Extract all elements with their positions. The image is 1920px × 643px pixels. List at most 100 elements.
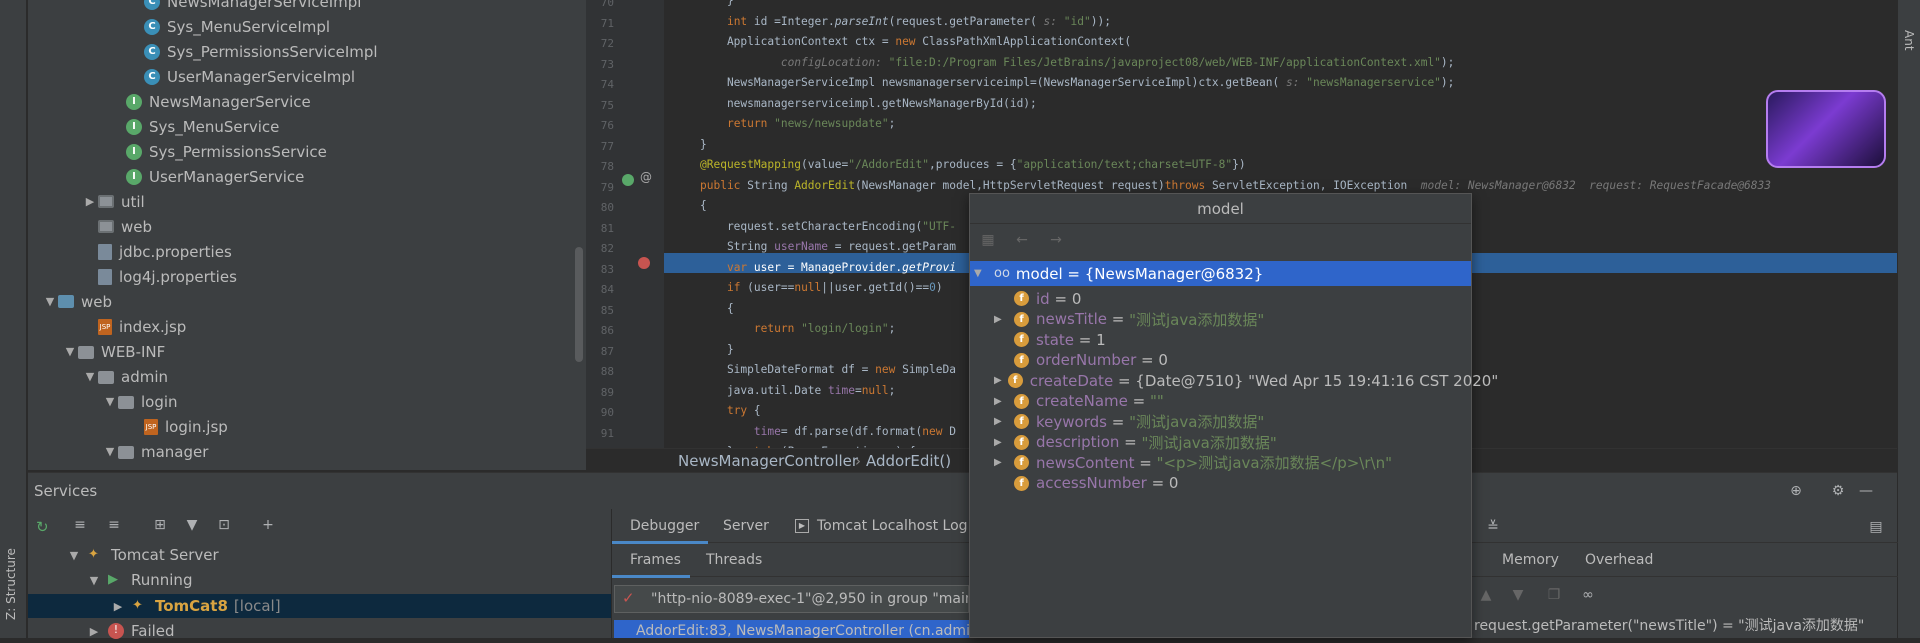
tree-item[interactable]: I NewsManagerService [110, 89, 311, 114]
ant-tab[interactable]: Ant [1902, 30, 1916, 51]
new-tab-icon[interactable]: ⊡ [216, 517, 232, 533]
editor-gutter[interactable]: 70 71 72 73 74 75 76 77 78 79 80 81 82 83 84 85 86 87 88 89… [586, 0, 664, 460]
tab-memory[interactable]: Memory [1502, 543, 1559, 577]
tree-item[interactable]: JSP login.jsp [128, 414, 228, 439]
chevron-down-icon[interactable]: ▼ [86, 574, 102, 587]
tree-item[interactable]: ▼ login [102, 389, 178, 414]
field-name: newsContent [1036, 453, 1135, 472]
tree-item[interactable]: C UserManagerServiceImpl [128, 64, 355, 89]
chevron-right-icon[interactable]: ▶ [994, 396, 1008, 407]
tab-debugger[interactable]: Debugger [630, 509, 699, 543]
chevron-down-icon[interactable]: ▼ [102, 445, 118, 458]
filter-icon[interactable]: ▼ [184, 517, 200, 533]
field-icon: f [1014, 311, 1029, 327]
settings-icon[interactable]: ≚ [1485, 519, 1501, 535]
field-value: {Date@7510} "Wed Apr 15 19:41:16 CST 202… [1135, 371, 1499, 390]
tree-item[interactable]: C Sys_PermissionsServiceImpl [128, 39, 378, 64]
chevron-right-icon[interactable]: ▶ [994, 437, 1008, 448]
tab-server[interactable]: Server [723, 509, 769, 543]
mascot-badge [1766, 90, 1886, 168]
line-number: 75 [600, 98, 614, 112]
arrow-up-icon[interactable]: ▲ [1478, 587, 1494, 603]
chevron-down-icon[interactable]: ▼ [974, 268, 988, 279]
tree-scrollbar[interactable] [575, 247, 583, 362]
tomcat8-row[interactable]: ▶ ✦ TomCat8 [local] [110, 594, 281, 618]
tab-overhead[interactable]: Overhead [1585, 543, 1653, 577]
failed-row[interactable]: ▶ ! Failed [86, 619, 175, 643]
breadcrumb-class[interactable]: NewsManagerController [678, 449, 858, 473]
expand-all-icon[interactable]: ≡ [72, 517, 88, 533]
tab-frames[interactable]: Frames [630, 543, 681, 577]
chevron-right-icon[interactable]: ▶ [86, 625, 102, 638]
tree-item[interactable]: ▶ util [82, 189, 145, 214]
minimize-icon[interactable]: — [1858, 483, 1874, 499]
group-icon[interactable]: ⊞ [152, 517, 168, 533]
gear-icon[interactable]: ⚙ [1830, 483, 1846, 499]
chevron-right-icon[interactable]: ▶ [994, 314, 1008, 325]
field-icon: f [1014, 332, 1029, 347]
tab-threads[interactable]: Threads [706, 543, 762, 577]
rerun-icon[interactable]: ↻ [36, 518, 52, 536]
tree-item[interactable]: jdbc.properties [82, 239, 232, 264]
properties-file-icon [98, 243, 112, 260]
tree-item[interactable]: I UserManagerService [110, 164, 304, 189]
layout-icon[interactable]: ▤ [1868, 519, 1884, 535]
tomcat-server-row[interactable]: ▼ ✦ Tomcat Server [66, 543, 219, 567]
chevron-down-icon[interactable]: ▼ [82, 370, 98, 383]
chevron-right-icon[interactable]: ▶ [994, 416, 1008, 427]
line-number: 85 [600, 303, 614, 317]
structure-tab[interactable]: Z: Structure [4, 540, 24, 620]
popup-root-row[interactable]: ▼ oo model = {NewsManager@6832} [970, 261, 1471, 286]
tree-item[interactable]: log4j.properties [82, 264, 237, 289]
back-arrow-icon[interactable]: ← [1014, 232, 1030, 248]
code-line: return "login/login"; [753, 322, 896, 335]
tree-item[interactable]: ▼ manager [102, 439, 209, 464]
line-number: 78 [600, 160, 614, 173]
frame-row[interactable]: AddorEdit:83, NewsManagerController (cn.… [614, 620, 969, 638]
arrow-down-icon[interactable]: ▼ [1510, 587, 1526, 603]
field-name: keywords [1036, 412, 1107, 431]
tree-item[interactable]: ▼ WEB-INF [62, 339, 166, 364]
tree-item-label: util [121, 192, 145, 211]
tree-item[interactable]: ▼ web [42, 289, 112, 314]
chevron-right-icon[interactable]: ▶ [994, 457, 1008, 468]
left-tool-strip: Z: Structure [0, 0, 27, 638]
chevron-right-icon[interactable]: ▶ [110, 600, 126, 613]
target-icon[interactable]: ⊕ [1788, 483, 1804, 499]
breadcrumb-method[interactable]: AddorEdit() [866, 449, 951, 473]
chevron-right-icon[interactable]: ▶ [994, 375, 1002, 386]
services-toolbar: ≡ ≡ ⊞ ▼ ⊡ + [28, 509, 611, 541]
tree-item[interactable]: ▼ admin [82, 364, 168, 389]
chevron-down-icon[interactable]: ▼ [66, 549, 82, 562]
breakpoint-icon[interactable] [638, 257, 650, 269]
pin-icon[interactable]: ▦ [980, 232, 996, 248]
tree-item-label: Sys_PermissionsServiceImpl [167, 42, 378, 61]
tab-tomcat-localhost-log[interactable]: Tomcat Localhost Log [817, 509, 968, 543]
field-row-accessNumber[interactable]: f accessNumber = 0 [970, 471, 1471, 496]
collapse-all-icon[interactable]: ≡ [106, 517, 122, 533]
chevron-down-icon[interactable]: ▼ [42, 295, 58, 308]
tree-item[interactable]: I Sys_PermissionsService [110, 139, 327, 164]
thread-selector-text: "http-nio-8089-exec-1"@2,950 in group "m… [651, 591, 968, 607]
chevron-down-icon[interactable]: ▼ [102, 395, 118, 408]
folder-icon [118, 396, 134, 409]
annotation-icon: @ [640, 170, 652, 184]
tree-item[interactable]: web [82, 214, 152, 239]
tree-item[interactable]: I Sys_MenuService [110, 114, 279, 139]
tree-item[interactable]: C NewsManagerServiceImpl [128, 0, 361, 14]
copy-icon[interactable]: ❐ [1546, 587, 1562, 603]
tree-item[interactable]: JSP index.jsp [82, 314, 186, 339]
add-icon[interactable]: + [260, 517, 276, 533]
tree-item[interactable]: C Sys_MenuServiceImpl [128, 14, 330, 39]
chevron-down-icon[interactable]: ▼ [62, 345, 78, 358]
web-folder-icon [58, 295, 74, 308]
override-icon[interactable] [622, 174, 634, 186]
glasses-icon[interactable]: ∞ [1580, 587, 1596, 603]
thread-selector[interactable]: "http-nio-8089-exec-1"@2,950 in group "m… [614, 585, 969, 613]
line-number: 70 [600, 0, 614, 9]
line-number: 88 [600, 365, 614, 378]
tree-item-label: admin [121, 367, 168, 386]
chevron-right-icon[interactable]: ▶ [82, 195, 98, 208]
running-row[interactable]: ▼ ▶ Running [86, 568, 193, 592]
forward-arrow-icon[interactable]: → [1048, 232, 1064, 248]
